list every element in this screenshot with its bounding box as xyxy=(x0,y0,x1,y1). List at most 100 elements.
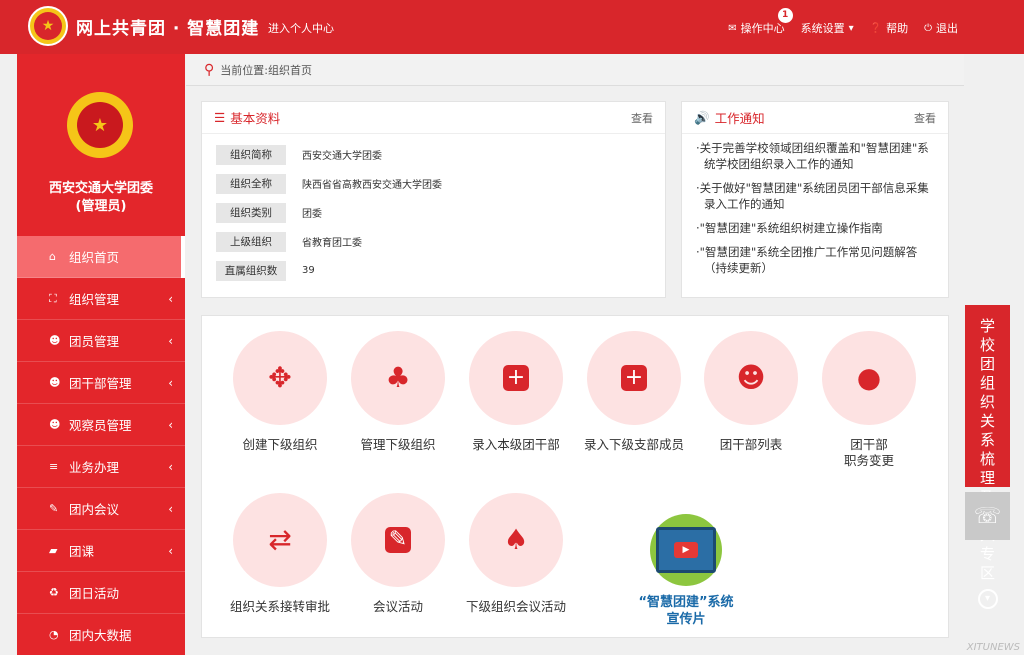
sidebar-item-org-manage[interactable]: ⛶ 组织管理 ‹ xyxy=(17,278,185,320)
video-icon: ▶ xyxy=(650,514,722,586)
info-label: 组织类别 xyxy=(216,202,286,223)
users-icon: ☻ xyxy=(49,376,61,389)
logout-link[interactable]: ⏻ 退出 xyxy=(924,20,958,36)
info-row: 直属组织数 39 xyxy=(202,256,665,285)
info-row: 上级组织 省教育团工委 xyxy=(202,227,665,256)
sidebar-item-label: 组织首页 xyxy=(69,250,120,265)
watermark: XITUNEWS xyxy=(966,642,1020,653)
feature-label: 会议活动 xyxy=(372,599,423,614)
manage-sub-org-button[interactable]: ♣ 管理下级组织 xyxy=(343,331,453,453)
sidebar-item-big-data[interactable]: ◔ 团内大数据 xyxy=(17,614,185,655)
basic-info-panel: ☰ 基本资料 查看 组织简称 西安交通大学团委 组织全称 陕西省省高教西安交通大学团委… xyxy=(201,101,666,298)
enter-personal-center-link[interactable]: 进入个人中心 xyxy=(268,20,334,36)
school-org-entry-button[interactable]: 学校团组织关系梳理及录入专区 ▾ xyxy=(965,305,1010,609)
video-label-line2: 宣传片 xyxy=(666,612,706,627)
ops-center-label: 操作中心 xyxy=(740,22,785,35)
panel-title: 🔊 工作通知 xyxy=(694,108,765,127)
view-link[interactable]: 查看 xyxy=(631,110,653,126)
add-local-cadre-button[interactable]: + 录入本级团干部 xyxy=(461,331,571,453)
chevron-left-icon: ‹ xyxy=(168,333,173,348)
group-icon: ☻ xyxy=(736,361,766,394)
info-value: 陕西省省高教西安交通大学团委 xyxy=(302,180,442,191)
caret-down-icon: ▾ xyxy=(848,22,854,34)
notice-link[interactable]: ·"智慧团建"系统组织树建立操作指南 xyxy=(696,220,934,236)
top-nav: ✉ 操作中心 1 系统设置 ▾ ❓ 帮助 ⏻ 退出 xyxy=(728,8,958,36)
notice-link[interactable]: ·"智慧团建"系统全团推广工作常见问题解答（持续更新） xyxy=(696,244,934,276)
tree-icon: ♠ xyxy=(503,523,529,556)
cadre-list-button[interactable]: ☻ 团干部列表 xyxy=(696,331,806,453)
sidebar-item-org-home[interactable]: ⌂ 组织首页 xyxy=(17,236,185,278)
add-branch-member-button[interactable]: + 录入下级支部成员 xyxy=(579,331,689,453)
panel-header: ☰ 基本资料 查看 xyxy=(202,102,665,134)
cadre-post-change-button[interactable]: ● 团干部 职务变更 xyxy=(814,331,924,469)
sidebar-item-lessons[interactable]: ▰ 团课 ‹ xyxy=(17,530,185,572)
chevron-left-icon: ‹ xyxy=(168,417,173,432)
info-value: 西安交通大学团委 xyxy=(302,151,382,162)
power-icon: ⏻ xyxy=(924,22,932,34)
info-row: 组织类别 团委 xyxy=(202,198,665,227)
video-label: “智慧团建”系统 宣传片 xyxy=(626,594,746,628)
breadcrumb: ⚲ 当前位置:组织首页 xyxy=(186,54,964,86)
customer-service-icon[interactable]: ☏ xyxy=(965,492,1010,540)
sidebar-item-meetings[interactable]: ✎ 团内会议 ‹ xyxy=(17,488,185,530)
notice-link[interactable]: ·关于完善学校领域团组织覆盖和"智慧团建"系统学校团组织录入工作的通知 xyxy=(696,140,934,172)
info-value: 团委 xyxy=(302,209,322,220)
org-transfer-approval-button[interactable]: ⇄ 组织关系接转审批 xyxy=(225,493,335,615)
promo-video-button[interactable]: ▶ “智慧团建”系统 宣传片 xyxy=(626,514,746,628)
chevron-left-icon: ‹ xyxy=(168,375,173,390)
info-label: 组织全称 xyxy=(216,173,286,194)
sub-org-meeting-button[interactable]: ♠ 下级组织会议活动 xyxy=(461,493,571,615)
info-row: 组织简称 西安交通大学团委 xyxy=(202,140,665,169)
sidebar-item-observer-manage[interactable]: ☻ 观察员管理 ‹ xyxy=(17,404,185,446)
logout-label: 退出 xyxy=(936,22,958,35)
sidebar-item-cadre-manage[interactable]: ☻ 团干部管理 ‹ xyxy=(17,362,185,404)
chevron-left-icon: ‹ xyxy=(168,291,173,306)
notice-link[interactable]: ·关于做好"智慧团建"系统团员团干部信息采集录入工作的通知 xyxy=(696,180,934,212)
video-label-line1: “智慧团建”系统 xyxy=(638,595,734,610)
sidebar-item-label: 团课 xyxy=(69,544,95,559)
sidebar-item-label: 团内大数据 xyxy=(69,628,132,643)
info-value: 省教育团工委 xyxy=(302,238,362,249)
view-link[interactable]: 查看 xyxy=(914,110,936,126)
sidebar-item-business[interactable]: ≡ 业务办理 ‹ xyxy=(17,446,185,488)
envelope-icon: ✉ xyxy=(728,22,737,34)
site-title[interactable]: 网上共青团 · 智慧团建 xyxy=(76,14,259,39)
feature-label: 团干部 职务变更 xyxy=(814,437,924,469)
info-label: 直属组织数 xyxy=(216,260,286,281)
sitemap-icon: ⛶ xyxy=(49,291,57,305)
meeting-activity-button[interactable]: ✎ 会议活动 xyxy=(343,493,453,615)
sidebar-item-label: 团员管理 xyxy=(69,334,120,349)
info-label: 上级组织 xyxy=(216,231,286,252)
feature-label: 团干部列表 xyxy=(719,437,783,452)
feature-label-line2: 职务变更 xyxy=(843,453,894,468)
ops-center-link[interactable]: ✉ 操作中心 1 xyxy=(728,8,793,36)
sidebar-item-label: 组织管理 xyxy=(69,292,120,307)
sidebar-item-label: 团日活动 xyxy=(69,586,120,601)
org-name-text: 西安交通大学团委 xyxy=(48,181,153,196)
panel-title-text: 基本资料 xyxy=(230,111,281,126)
work-notice-panel: 🔊 工作通知 查看 ·关于完善学校领域团组织覆盖和"智慧团建"系统学校团组织录入工… xyxy=(681,101,949,298)
create-sub-org-button[interactable]: ✥ 创建下级组织 xyxy=(225,331,335,453)
chevron-left-icon: ‹ xyxy=(168,459,173,474)
league-emblem-icon: ★ xyxy=(28,6,68,46)
help-label: 帮助 xyxy=(886,22,909,35)
help-link[interactable]: ❓ 帮助 xyxy=(870,20,908,36)
users-icon: ☻ xyxy=(49,334,61,347)
sidebar-item-label: 团干部管理 xyxy=(69,376,132,391)
feature-label: 组织关系接转审批 xyxy=(229,599,330,614)
settings-dropdown[interactable]: 系统设置 ▾ xyxy=(801,20,854,36)
sidebar: ★ 西安交通大学团委 (管理员) ⌂ 组织首页 ⛶ 组织管理 ‹ ☻ 团员管理 ‹ ☻ 团干… xyxy=(17,54,185,655)
sidebar-item-label: 观察员管理 xyxy=(69,418,132,433)
org-chart-icon: ♣ xyxy=(385,361,411,394)
sidebar-item-activity-day[interactable]: ♻ 团日活动 xyxy=(17,572,185,614)
user-icon: ● xyxy=(856,361,882,394)
panel-header: 🔊 工作通知 查看 xyxy=(682,102,948,134)
feature-label: 下级组织会议活动 xyxy=(465,599,566,614)
top-bar: ★ 网上共青团 · 智慧团建 进入个人中心 ✉ 操作中心 1 系统设置 ▾ ❓ … xyxy=(0,0,1024,54)
org-role-text: (管理员) xyxy=(75,199,127,214)
question-icon: ❓ xyxy=(869,22,883,34)
pencil-square-icon: ✎ xyxy=(385,527,411,553)
notification-badge: 1 xyxy=(777,8,793,23)
sidebar-item-member-manage[interactable]: ☻ 团员管理 ‹ xyxy=(17,320,185,362)
speaker-icon: 🔊 xyxy=(694,109,710,125)
